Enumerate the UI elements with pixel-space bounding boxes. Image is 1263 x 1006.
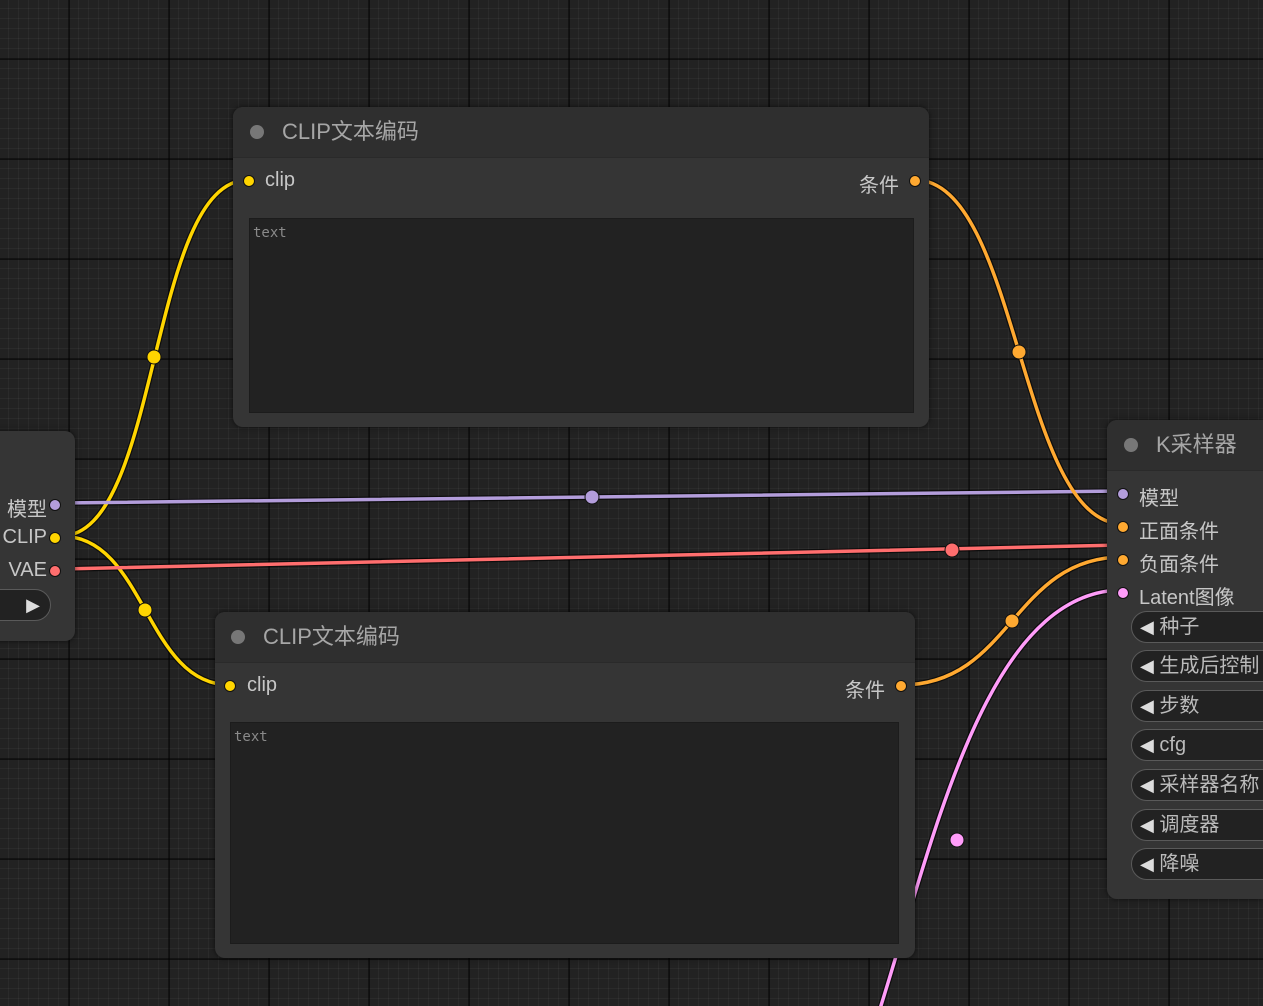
input-model-label: 模型 bbox=[1139, 488, 1179, 510]
input-positive-label: 正面条件 bbox=[1139, 521, 1219, 543]
link-vae bbox=[59, 543, 1125, 571]
decrement-arrow-icon[interactable]: ◀ bbox=[1140, 656, 1154, 676]
input-clip[interactable]: clip bbox=[224, 674, 277, 697]
decrement-arrow-icon[interactable]: ◀ bbox=[1140, 735, 1154, 755]
collapse-dot-icon[interactable] bbox=[250, 125, 264, 139]
input-clip-label: clip bbox=[265, 169, 296, 191]
clip-text-encode-node-top[interactable]: CLIP文本编码 clip 条件 text bbox=[233, 107, 929, 427]
output-model-label: 模型 bbox=[7, 499, 47, 521]
widget-sampler-label: 采样器名称 bbox=[1159, 774, 1260, 796]
play-icon[interactable]: ▶ bbox=[26, 590, 40, 620]
node-title: CLIP文本编码 bbox=[263, 624, 400, 649]
node-title: K采样器 bbox=[1156, 432, 1237, 457]
text-placeholder: text bbox=[234, 729, 268, 745]
node-title-bar[interactable]: CLIP文本编码 bbox=[233, 107, 929, 158]
link-center-latent bbox=[949, 832, 965, 848]
widget-scheduler-label: 调度器 bbox=[1159, 814, 1220, 836]
link-center-clip-bottom bbox=[137, 602, 153, 618]
widget-denoise[interactable]: ◀ 降噪 bbox=[1131, 848, 1263, 880]
widget-steps-label: 步数 bbox=[1159, 695, 1200, 717]
text-prompt-area[interactable]: text bbox=[230, 722, 899, 944]
output-vae-dot[interactable] bbox=[49, 565, 61, 577]
input-model-dot[interactable] bbox=[1117, 488, 1129, 500]
output-conditioning[interactable]: 条件 bbox=[845, 674, 907, 703]
ckpt-name-widget[interactable]: ▶ bbox=[0, 589, 51, 621]
collapse-dot-icon[interactable] bbox=[231, 630, 245, 644]
node-title-bar[interactable]: K采样器 bbox=[1107, 420, 1263, 471]
widget-control-after-generate[interactable]: ◀ 生成后控制 bbox=[1131, 650, 1263, 682]
input-negative-dot[interactable] bbox=[1117, 554, 1129, 566]
decrement-arrow-icon[interactable]: ◀ bbox=[1140, 617, 1154, 637]
link-center-clip-top bbox=[146, 349, 162, 365]
input-latent-dot[interactable] bbox=[1117, 587, 1129, 599]
input-latent-label: Latent图像 bbox=[1139, 587, 1235, 609]
output-conditioning-label: 条件 bbox=[845, 680, 885, 702]
link-center-negative bbox=[1004, 613, 1020, 629]
output-conditioning-label: 条件 bbox=[859, 175, 899, 197]
text-placeholder: text bbox=[253, 225, 287, 241]
input-clip-label: clip bbox=[247, 674, 278, 696]
widget-sampler-name[interactable]: ◀ 采样器名称 bbox=[1131, 769, 1263, 801]
decrement-arrow-icon[interactable]: ◀ bbox=[1140, 775, 1154, 795]
input-clip[interactable]: clip bbox=[243, 169, 295, 192]
output-conditioning[interactable]: 条件 bbox=[859, 169, 921, 198]
collapse-dot-icon[interactable] bbox=[1124, 438, 1138, 452]
checkpoint-loader-node[interactable]: 模型 CLIP VAE ▶ bbox=[0, 431, 75, 641]
link-center-model bbox=[584, 489, 600, 505]
widget-cfg-label: cfg bbox=[1159, 734, 1187, 756]
decrement-arrow-icon[interactable]: ◀ bbox=[1140, 854, 1154, 874]
output-conditioning-dot[interactable] bbox=[895, 680, 907, 692]
node-title-bar[interactable]: CLIP文本编码 bbox=[215, 612, 915, 663]
output-model-dot[interactable] bbox=[49, 499, 61, 511]
output-clip-label: CLIP bbox=[2, 526, 47, 548]
input-negative-label: 负面条件 bbox=[1139, 554, 1219, 576]
widget-steps[interactable]: ◀ 步数 bbox=[1131, 690, 1263, 722]
output-clip[interactable]: CLIP bbox=[3, 526, 61, 549]
widget-cfg[interactable]: ◀ cfg bbox=[1131, 729, 1263, 761]
output-vae-label: VAE bbox=[8, 559, 47, 581]
node-title: CLIP文本编码 bbox=[282, 119, 419, 144]
output-model[interactable]: 模型 bbox=[7, 493, 61, 522]
output-conditioning-dot[interactable] bbox=[909, 175, 921, 187]
text-prompt-area[interactable]: text bbox=[249, 218, 914, 413]
widget-seed-label: 种子 bbox=[1159, 616, 1200, 638]
input-negative[interactable]: 负面条件 bbox=[1117, 548, 1219, 577]
output-clip-dot[interactable] bbox=[49, 532, 61, 544]
decrement-arrow-icon[interactable]: ◀ bbox=[1140, 815, 1154, 835]
ksampler-node[interactable]: K采样器 模型 正面条件 负面条件 Latent图像 ◀ 种子 ◀ 生成后控制 … bbox=[1107, 420, 1263, 899]
link-center-positive bbox=[1011, 344, 1027, 360]
input-model[interactable]: 模型 bbox=[1117, 482, 1179, 511]
widget-denoise-label: 降噪 bbox=[1159, 853, 1200, 875]
output-vae[interactable]: VAE bbox=[8, 559, 61, 582]
decrement-arrow-icon[interactable]: ◀ bbox=[1140, 696, 1154, 716]
input-positive-dot[interactable] bbox=[1117, 521, 1129, 533]
input-positive[interactable]: 正面条件 bbox=[1117, 515, 1219, 544]
input-latent[interactable]: Latent图像 bbox=[1117, 581, 1235, 610]
widget-control-label: 生成后控制 bbox=[1159, 655, 1260, 677]
link-center-vae bbox=[944, 542, 960, 558]
widget-scheduler[interactable]: ◀ 调度器 bbox=[1131, 809, 1263, 841]
widget-seed[interactable]: ◀ 种子 bbox=[1131, 611, 1263, 643]
input-clip-dot[interactable] bbox=[224, 680, 236, 692]
input-clip-dot[interactable] bbox=[243, 175, 255, 187]
clip-text-encode-node-bottom[interactable]: CLIP文本编码 clip 条件 text bbox=[215, 612, 915, 958]
